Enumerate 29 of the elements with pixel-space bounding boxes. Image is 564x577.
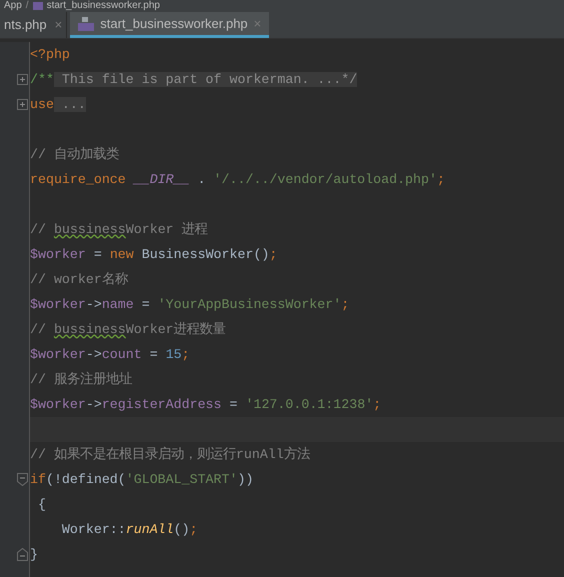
breadcrumb-item[interactable]: start_businessworker.php — [46, 1, 160, 11]
code-line: use ... — [30, 96, 86, 114]
code-line: // worker名称 — [30, 270, 128, 289]
code-line: $worker = new BusinessWorker(); — [30, 246, 278, 264]
code-line: } — [30, 546, 38, 564]
path-separator: / — [26, 1, 29, 11]
expand-fold-icon[interactable] — [17, 74, 28, 85]
code-line: if(!defined('GLOBAL_START')) — [30, 470, 254, 489]
code-line: $worker->name = 'YourAppBusinessWorker'; — [30, 296, 350, 314]
code-line: { — [36, 496, 46, 514]
editor-tab[interactable]: start_businessworker.php × — [70, 12, 270, 38]
code-line: // 服务注册地址 — [30, 370, 132, 389]
code-line: // bussinessWorker进程数量 — [30, 320, 226, 339]
code-line: $worker->count = 15; — [30, 346, 190, 364]
code-line: // bussinessWorker 进程 — [30, 220, 208, 239]
code-line: // 自动加载类 — [30, 146, 119, 164]
code-line: $worker->registerAddress = '127.0.0.1:1238'; — [30, 396, 382, 414]
php-file-icon — [78, 16, 94, 30]
code-line: Worker::runAll(); — [60, 520, 198, 539]
expand-fold-icon[interactable] — [17, 99, 28, 110]
code-line: /** This file is part of workerman. ...*/ — [30, 70, 358, 89]
breadcrumb-item[interactable]: App — [4, 1, 22, 11]
php-file-icon — [32, 2, 43, 10]
code-line: <?php — [30, 46, 70, 64]
code-line: require_once __DIR__ . '/../../vendor/autoload.php'; — [30, 170, 445, 189]
collapse-fold-icon[interactable] — [17, 473, 28, 486]
collapse-fold-icon[interactable] — [17, 548, 28, 561]
code-line: // 如果不是在根目录启动，则运行runAll方法 — [30, 446, 310, 464]
editor-tab[interactable]: nts.php × — [0, 12, 68, 38]
